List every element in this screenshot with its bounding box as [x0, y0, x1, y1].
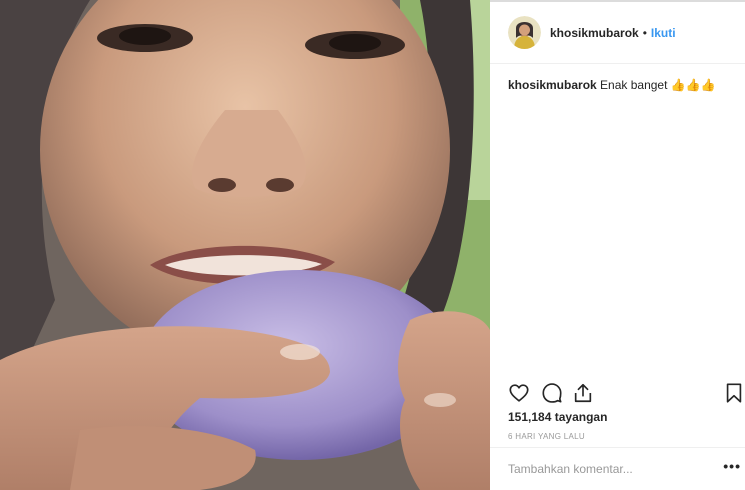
view-count-number: 151,184: [508, 410, 552, 424]
post-timestamp[interactable]: 6 HARI YANG LALU: [508, 432, 585, 441]
caption-text: Enak banget 👍👍👍: [600, 78, 716, 92]
caption: khosikmubarok Enak banget 👍👍👍: [508, 77, 738, 93]
share-icon[interactable]: [572, 382, 594, 404]
video-frame: [0, 0, 490, 490]
avatar[interactable]: [508, 16, 541, 49]
caption-username[interactable]: khosikmubarok: [508, 78, 597, 92]
bookmark-icon[interactable]: [723, 382, 745, 404]
post-sidebar: khosikmubarok • Ikuti khosikmubarok Enak…: [490, 0, 745, 490]
action-bar: [508, 382, 745, 406]
separator-dot: •: [642, 25, 647, 40]
view-count-label: tayangan: [554, 410, 608, 424]
comment-bar: •••: [490, 447, 745, 490]
post-viewer: khosikmubarok • Ikuti khosikmubarok Enak…: [0, 0, 745, 490]
heart-icon[interactable]: [508, 382, 530, 404]
post-header: khosikmubarok • Ikuti: [490, 2, 745, 64]
post-video[interactable]: [0, 0, 490, 490]
comment-input[interactable]: [508, 460, 708, 478]
avatar-image: [508, 16, 541, 49]
username-link[interactable]: khosikmubarok: [550, 26, 639, 40]
more-options-button[interactable]: •••: [723, 458, 741, 474]
view-count[interactable]: 151,184 tayangan: [508, 410, 607, 424]
comment-bubble-icon[interactable]: [541, 382, 563, 404]
follow-button[interactable]: Ikuti: [651, 26, 676, 40]
